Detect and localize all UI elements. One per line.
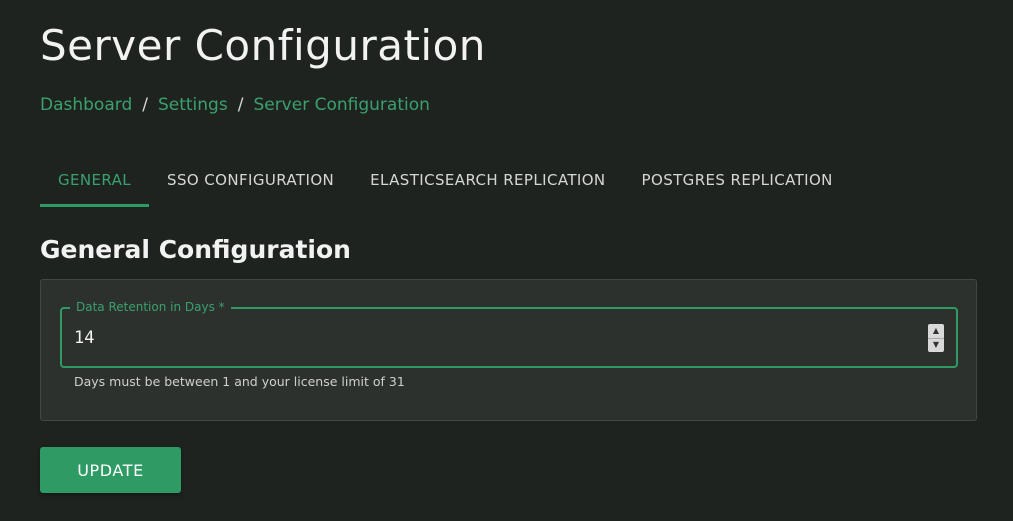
breadcrumb-separator: / xyxy=(237,95,244,115)
data-retention-label: Data Retention in Days * xyxy=(70,299,231,315)
stepper-down-icon[interactable]: ▼ xyxy=(928,337,944,353)
page-title: Server Configuration xyxy=(40,21,486,70)
update-button[interactable]: UPDATE xyxy=(40,447,181,493)
tab-sso-configuration[interactable]: SSO CONFIGURATION xyxy=(149,158,352,207)
server-configuration-page: Server Configuration Dashboard / Setting… xyxy=(0,0,1013,521)
breadcrumb-dashboard[interactable]: Dashboard xyxy=(40,94,132,116)
section-title: General Configuration xyxy=(40,235,351,264)
general-configuration-card: Data Retention in Days * ▲ ▼ Days must b… xyxy=(40,279,977,421)
breadcrumb-separator: / xyxy=(142,95,148,115)
number-stepper[interactable]: ▲ ▼ xyxy=(928,324,944,352)
breadcrumb: Dashboard / Settings / Server Configurat… xyxy=(40,94,430,116)
data-retention-helper-text: Days must be between 1 and your license … xyxy=(74,374,405,389)
breadcrumb-server-configuration[interactable]: Server Configuration xyxy=(253,94,429,116)
tab-bar: GENERAL SSO CONFIGURATION ELASTICSEARCH … xyxy=(40,158,851,207)
stepper-up-icon[interactable]: ▲ xyxy=(928,324,944,338)
tab-general[interactable]: GENERAL xyxy=(40,158,150,207)
breadcrumb-settings[interactable]: Settings xyxy=(158,94,228,116)
tab-postgres-replication[interactable]: POSTGRES REPLICATION xyxy=(624,158,851,207)
data-retention-field: Data Retention in Days * ▲ ▼ xyxy=(60,299,958,368)
tab-elasticsearch-replication[interactable]: ELASTICSEARCH REPLICATION xyxy=(352,158,623,207)
data-retention-input[interactable] xyxy=(74,325,894,351)
